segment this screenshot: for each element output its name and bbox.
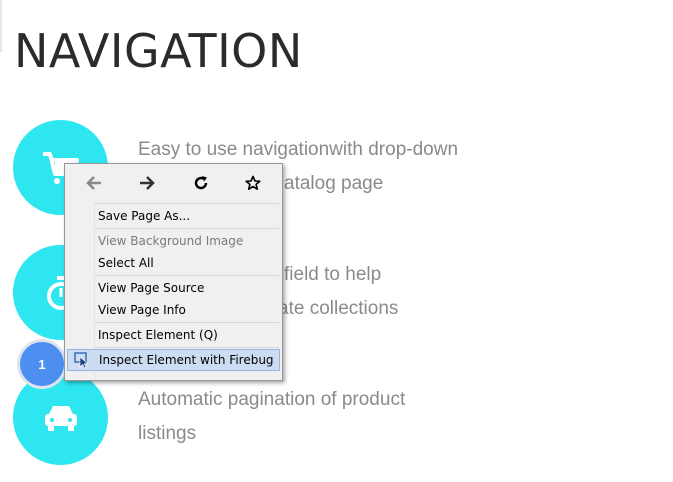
menu-item-select-all[interactable]: Select All [65, 252, 282, 274]
left-edge-divider [0, 0, 2, 52]
menu-separator [95, 275, 279, 276]
context-menu-nav-row [65, 164, 282, 202]
menu-separator [95, 203, 279, 204]
car-icon [44, 405, 77, 431]
bookmark-star-icon[interactable] [242, 173, 264, 193]
forward-icon[interactable] [136, 173, 158, 193]
feature-text-3-line2: listings [138, 423, 197, 444]
context-menu: Save Page As... View Background Image Se… [64, 163, 283, 381]
menu-item-label: Inspect Element with Firebug [99, 353, 274, 367]
menu-item-inspect-element[interactable]: Inspect Element (Q) [65, 324, 282, 346]
menu-item-view-page-info[interactable]: View Page Info [65, 299, 282, 321]
menu-item-view-background-image[interactable]: View Background Image [65, 230, 282, 252]
page-title: NAVIGATION [14, 24, 303, 78]
firebug-inspect-icon [74, 352, 90, 374]
reload-icon[interactable] [190, 173, 212, 193]
step-badge[interactable]: 1 [20, 342, 64, 386]
menu-separator [95, 322, 279, 323]
menu-item-view-page-source[interactable]: View Page Source [65, 277, 282, 299]
menu-item-save-page-as[interactable]: Save Page As... [65, 205, 282, 227]
feature-text-1-line1: Easy to use navigationwith drop-down [138, 139, 459, 160]
menu-separator [95, 347, 279, 348]
menu-item-inspect-with-firebug[interactable]: Inspect Element with Firebug [67, 349, 280, 371]
back-icon[interactable] [83, 173, 105, 193]
feature-car-circle [13, 370, 108, 465]
feature-text-3-line1: Automatic pagination of product [138, 389, 406, 410]
feature-text-3: Automatic pagination of product listings [138, 383, 498, 451]
menu-separator [95, 228, 279, 229]
